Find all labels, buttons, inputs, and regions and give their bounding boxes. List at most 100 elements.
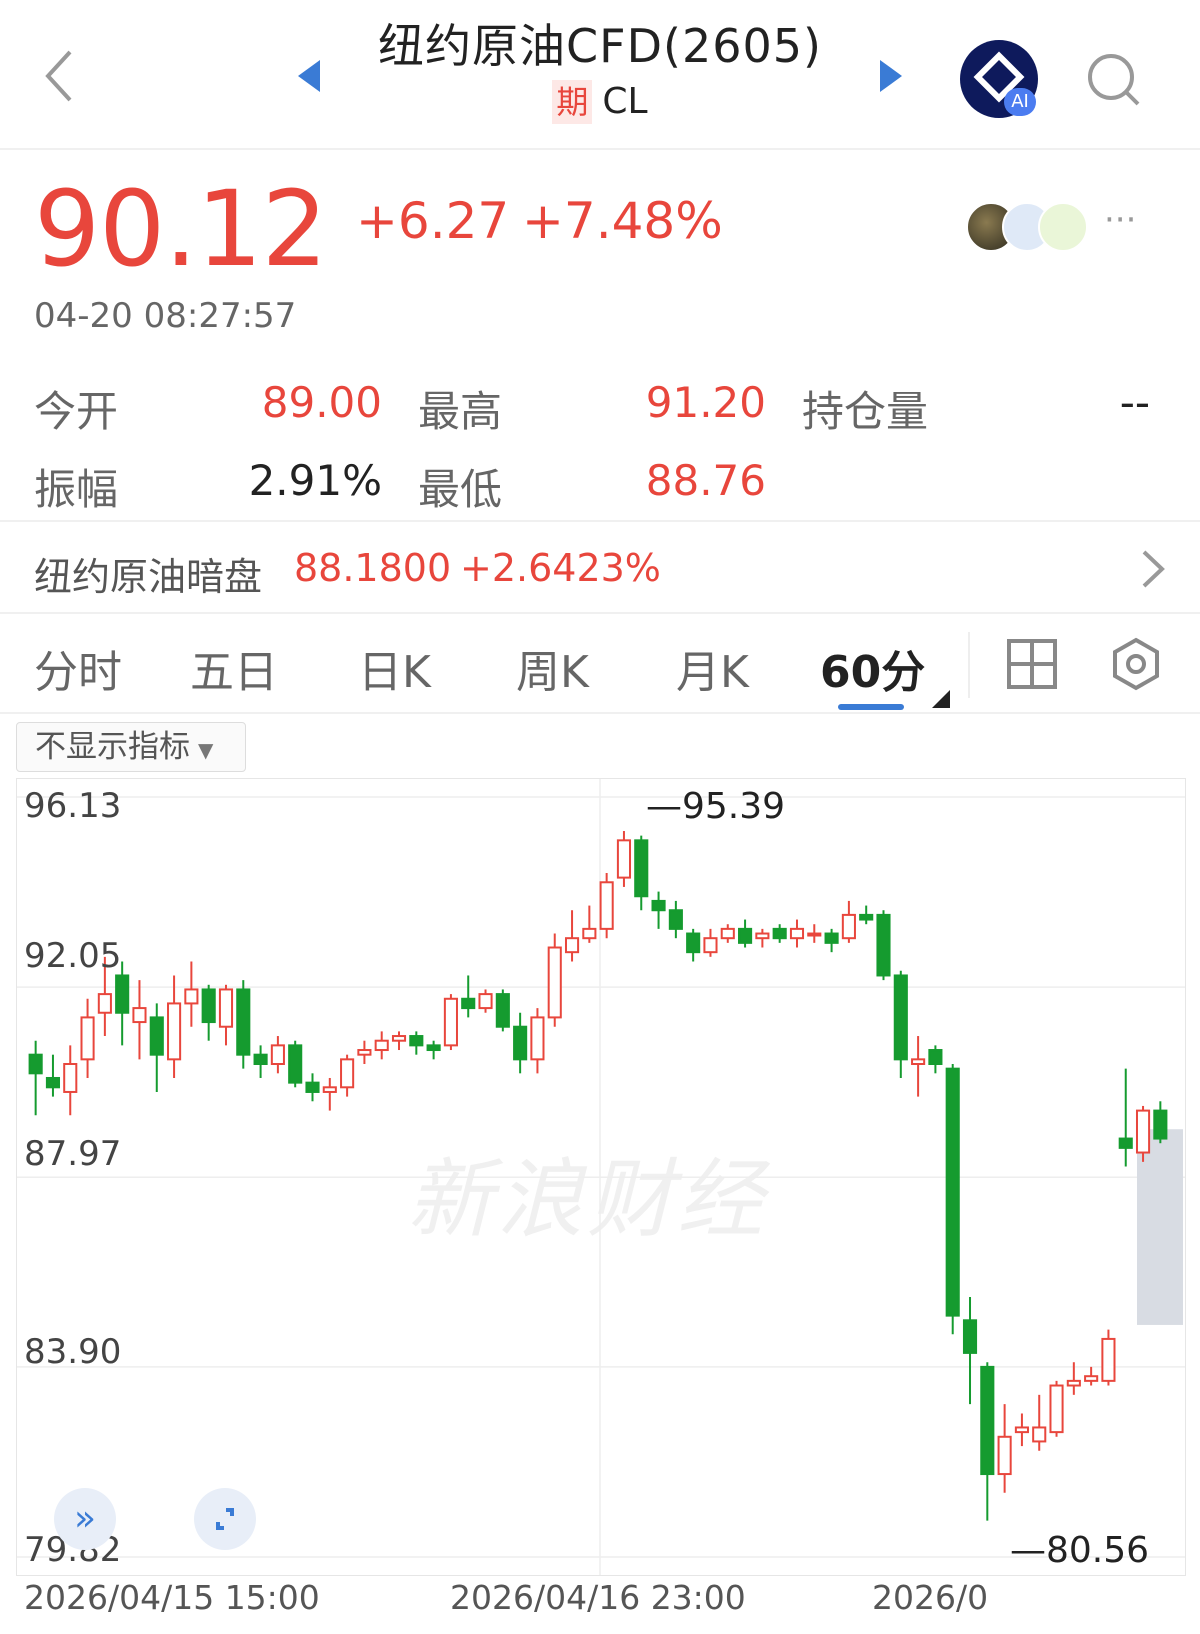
candle-body [322, 1086, 337, 1093]
expand-sidebar-button[interactable]: » [54, 1488, 116, 1550]
candle-body [582, 927, 597, 940]
smile-icon [1038, 202, 1088, 252]
candle [945, 1064, 960, 1335]
candle-body [132, 1007, 147, 1024]
tab-intraday[interactable]: 分时 [34, 636, 122, 700]
candle [149, 1003, 164, 1092]
chart-canvas [17, 779, 1185, 1575]
candle-body [340, 1058, 355, 1089]
candle [789, 919, 805, 948]
candle [357, 1040, 372, 1065]
candle [80, 998, 95, 1078]
candle-body [374, 1039, 389, 1052]
x-tick-label: 2026/04/15 15:00 [24, 1578, 320, 1617]
candle [409, 1031, 424, 1055]
candle-body [167, 1002, 182, 1061]
ai-assistant-button[interactable]: AI [960, 40, 1038, 118]
candle [738, 919, 753, 948]
tab-60min[interactable]: 60分 [820, 636, 925, 700]
stat-label-high: 最高 [418, 387, 503, 436]
tab-five-day[interactable]: 五日 [190, 636, 278, 700]
candle [426, 1040, 441, 1060]
candle [997, 1404, 1012, 1493]
candle-body [1014, 1426, 1029, 1434]
stat-value-open: 89.00 [261, 378, 382, 427]
candle-body [876, 913, 891, 977]
futures-tag: 期 [552, 80, 593, 124]
fullscreen-button[interactable] [194, 1488, 256, 1550]
candle [1101, 1329, 1116, 1386]
candle-body [893, 974, 908, 1061]
candle [1032, 1394, 1047, 1451]
candle [962, 1296, 978, 1405]
dark-pool-row[interactable]: 纽约原油暗盘 88.1800 +2.6423% [0, 522, 1200, 612]
tab-daily-k[interactable]: 日K [358, 636, 431, 700]
candle [201, 984, 216, 1041]
candle [686, 928, 701, 962]
candle [253, 1045, 268, 1078]
candle-body [80, 1016, 95, 1061]
candle-body [149, 1016, 164, 1056]
stat-value-high: 91.20 [645, 378, 766, 427]
high-value: 95.39 [682, 786, 786, 827]
candle-body [1135, 1109, 1151, 1154]
candle [322, 1077, 337, 1111]
indicator-select[interactable]: 不显示指标 ▼ [16, 722, 246, 772]
more-icon[interactable]: ··· [1104, 200, 1136, 240]
next-arrow-icon[interactable] [876, 58, 904, 94]
candle-body [1084, 1375, 1099, 1382]
candle [893, 970, 908, 1078]
candle [45, 1054, 61, 1097]
candle-body [651, 899, 666, 912]
tab-monthly-k[interactable]: 月K [676, 636, 749, 700]
x-tick-label: 2026/04/16 23:00 [450, 1578, 746, 1617]
candle [1118, 1068, 1133, 1167]
section-gap [0, 612, 1200, 614]
indicator-select-label: 不显示指标 [35, 729, 190, 765]
candle-body [236, 988, 251, 1056]
candle [236, 980, 251, 1069]
candle [564, 910, 580, 962]
candle [461, 975, 476, 1018]
tab-weekly-k[interactable]: 周K [516, 636, 589, 700]
candle-body [772, 927, 787, 940]
candle [1135, 1105, 1151, 1162]
price-change-percent: +7.48% [522, 192, 723, 250]
search-icon[interactable] [1084, 50, 1144, 110]
layout-grid-icon[interactable] [1006, 638, 1058, 690]
candle-body [616, 839, 632, 879]
candle-body [1153, 1109, 1168, 1140]
candle-body [1032, 1426, 1047, 1443]
candle-body [45, 1076, 61, 1089]
candle [28, 1040, 43, 1116]
x-tick-label: 2026/0 [872, 1578, 989, 1617]
candle [911, 1036, 926, 1097]
stat-value-amplitude: 2.91% [248, 456, 382, 505]
dark-pool-label: 纽约原油暗盘 [34, 555, 263, 599]
candle-body [547, 946, 562, 1019]
price-change: +6.27 [356, 192, 510, 250]
candle [772, 924, 787, 943]
candle-body [962, 1319, 978, 1354]
candle [720, 924, 735, 943]
ai-badge: AI [1004, 88, 1036, 116]
caret-down-icon: ▼ [198, 738, 214, 762]
settings-icon[interactable] [1108, 636, 1164, 692]
active-tab-underline [838, 704, 904, 710]
dark-pool-change: +2.6423% [460, 546, 661, 590]
y-tick-label: 92.05 [24, 936, 122, 976]
candle-body [755, 932, 770, 940]
candle-body [997, 1435, 1012, 1476]
candle [547, 933, 562, 1027]
candle [876, 910, 891, 981]
candle-body [668, 909, 683, 930]
stat-label-amplitude: 振幅 [34, 465, 119, 514]
candle-body [564, 937, 580, 954]
candle [582, 905, 597, 943]
candle-body [357, 1049, 372, 1056]
candle-body [409, 1035, 424, 1047]
candle [167, 975, 182, 1078]
current-price: 90.12 [34, 168, 328, 290]
candle [755, 928, 770, 948]
candlestick-chart[interactable]: 新浪财经 [16, 778, 1186, 1576]
